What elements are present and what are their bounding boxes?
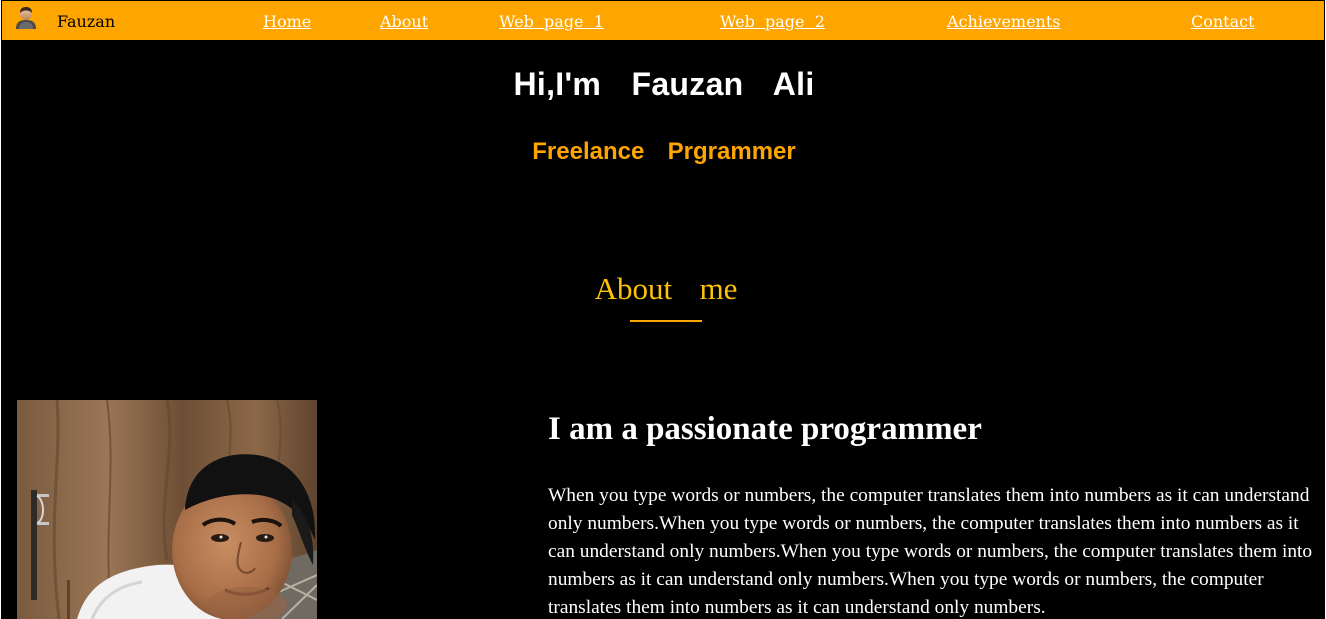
heading-underline [630, 320, 702, 322]
profile-photo [17, 400, 317, 619]
about-title: I am a passionate programmer [548, 411, 982, 447]
nav-link-home[interactable]: Home [263, 12, 311, 32]
hero-subtitle: Freelance Prgrammer [532, 138, 796, 165]
brand-name: Fauzan [57, 12, 116, 31]
hero-title: Hi,I'm Fauzan Ali [513, 66, 815, 102]
top-navbar: Fauzan Home About Web page 1 Web page 2 … [2, 1, 1324, 40]
nav-link-about[interactable]: About [380, 12, 428, 32]
about-paragraph: When you type words or numbers, the comp… [548, 485, 1313, 618]
nav-link-web-page-1[interactable]: Web page 1 [499, 12, 604, 32]
user-avatar-icon [13, 6, 39, 30]
about-section-heading: About me [594, 271, 738, 306]
nav-link-contact[interactable]: Contact [1191, 12, 1255, 32]
nav-link-web-page-2[interactable]: Web page 2 [720, 12, 825, 32]
nav-link-achievements[interactable]: Achievements [947, 12, 1061, 32]
page: Fauzan Home About Web page 1 Web page 2 … [0, 0, 1326, 619]
